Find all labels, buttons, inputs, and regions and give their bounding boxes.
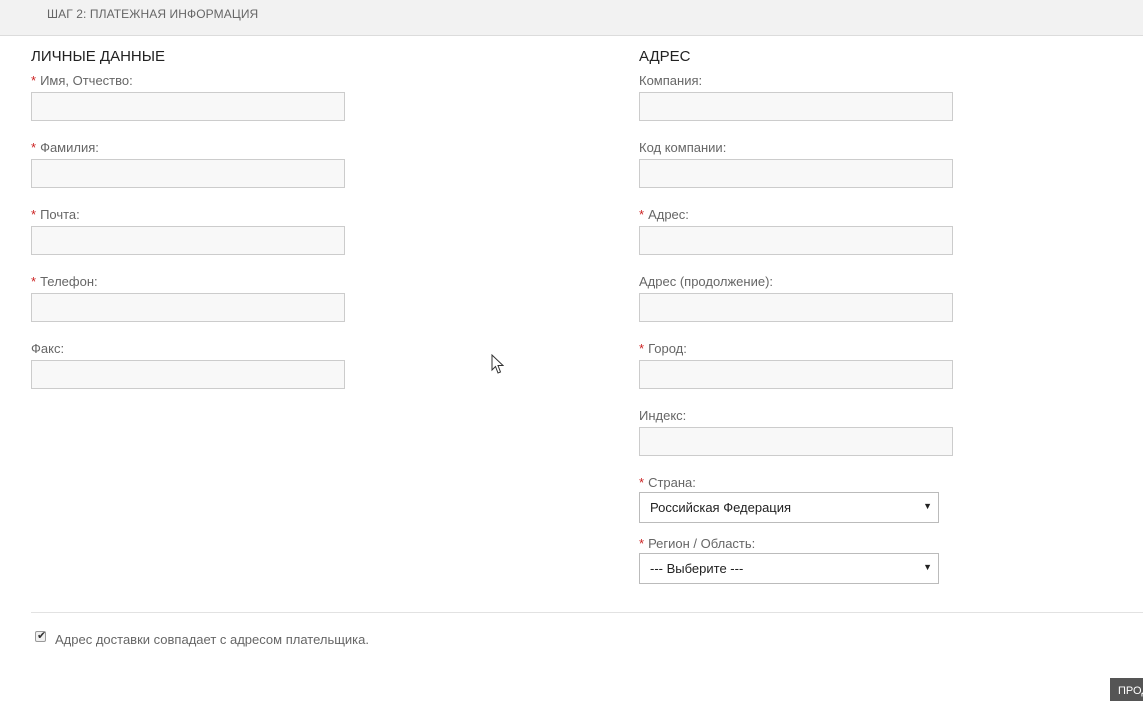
company-field: Компания: [639,73,953,121]
city-label: * Город: [639,341,687,356]
mouse-pointer-icon [491,354,504,374]
company-label: Компания: [639,73,703,88]
country-select[interactable]: Российская Федерация ▼ [639,492,939,523]
company-input[interactable] [639,92,953,121]
country-label: * Страна: [639,475,696,490]
required-marker: * [639,536,645,551]
last-name-field: * Фамилия: [31,140,345,188]
chevron-down-icon: ▼ [923,562,932,572]
required-marker: * [31,140,37,155]
fax-input[interactable] [31,360,345,389]
last-name-input[interactable] [31,159,345,188]
company-id-field: Код компании: [639,140,953,188]
country-selected-value: Российская Федерация [650,500,792,515]
checkout-page: ШАГ 2: ПЛАТЕЖНАЯ ИНФОРМАЦИЯ ЛИЧНЫЕ ДАННЫ… [0,0,1143,701]
postcode-input[interactable] [639,427,953,456]
address-1-field: * Адрес: [639,207,953,255]
city-field: * Город: [639,341,953,389]
phone-label: * Телефон: [31,274,98,289]
personal-section-title: ЛИЧНЫЕ ДАННЫЕ [31,48,166,65]
chevron-down-icon: ▼ [923,501,932,511]
address-1-input[interactable] [639,226,953,255]
postcode-field: Индекс: [639,408,953,456]
required-marker: * [639,475,645,490]
first-name-input[interactable] [31,92,345,121]
company-id-label: Код компании: [639,140,727,155]
country-field: * Страна: Российская Федерация ▼ [639,475,939,523]
phone-input[interactable] [31,293,345,322]
company-id-input[interactable] [639,159,953,188]
first-name-label: * Имя, Отчество: [31,73,133,88]
address-section-title: АДРЕС [639,48,691,65]
address-2-label: Адрес (продолжение): [639,274,774,289]
shipping-same-label[interactable]: Адрес доставки совпадает с адресом плате… [55,632,369,647]
required-marker: * [639,207,645,222]
required-marker: * [639,341,645,356]
address-1-label: * Адрес: [639,207,689,222]
required-marker: * [31,73,37,88]
city-input[interactable] [639,360,953,389]
region-field: * Регион / Область: --- Выберите --- ▼ [639,536,939,584]
required-marker: * [31,274,37,289]
step-title: ШАГ 2: ПЛАТЕЖНАЯ ИНФОРМАЦИЯ [47,7,259,21]
region-label: * Регион / Область: [639,536,756,551]
address-section: АДРЕС Компания: Код компании: * Адрес: Ад… [639,47,969,584]
region-select[interactable]: --- Выберите --- ▼ [639,553,939,584]
email-label: * Почта: [31,207,80,222]
checkmark-icon: ✔ [37,630,47,642]
phone-field: * Телефон: [31,274,345,322]
last-name-label: * Фамилия: [31,140,99,155]
email-field: * Почта: [31,207,345,255]
region-selected-value: --- Выберите --- [650,561,744,576]
shipping-same-checkbox[interactable]: ✔ [35,630,47,642]
section-divider [31,612,1143,613]
personal-details-section: ЛИЧНЫЕ ДАННЫЕ * Имя, Отчество: * Фамилия: … [31,47,361,389]
step-header[interactable]: ШАГ 2: ПЛАТЕЖНАЯ ИНФОРМАЦИЯ [0,0,1143,36]
first-name-field: * Имя, Отчество: [31,73,345,121]
fax-label: Факс: [31,341,65,356]
address-2-field: Адрес (продолжение): [639,274,953,322]
fax-field: Факс: [31,341,345,389]
email-input[interactable] [31,226,345,255]
continue-button[interactable]: ПРОДОЛЖИТЬ [1110,678,1143,701]
required-marker: * [31,207,37,222]
postcode-label: Индекс: [639,408,687,423]
address-2-input[interactable] [639,293,953,322]
